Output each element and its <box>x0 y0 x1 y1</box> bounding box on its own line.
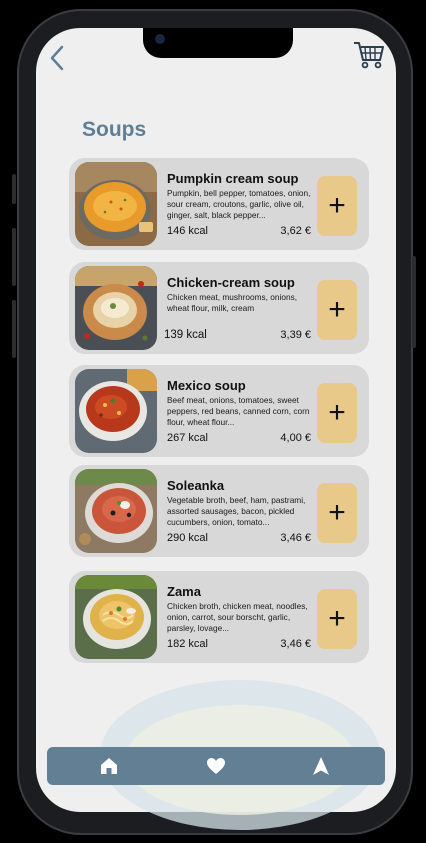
menu-item-card[interactable]: Soleanka Vegetable broth, beef, ham, pas… <box>69 465 369 557</box>
add-to-cart-button[interactable]: + <box>317 176 357 236</box>
item-kcal: 267 kcal <box>167 432 208 444</box>
phone-volume-up <box>12 228 16 286</box>
item-description: Pumpkin, bell pepper, tomatoes, onion, s… <box>167 188 311 220</box>
item-description: Chicken broth, chicken meat, noodles, on… <box>167 601 308 633</box>
item-name: Mexico soup <box>167 378 246 393</box>
navigation-icon <box>313 757 329 775</box>
item-price: 3,62 € <box>280 225 311 237</box>
notch <box>143 28 293 58</box>
item-kcal: 182 kcal <box>167 638 208 650</box>
home-icon <box>101 758 117 774</box>
menu-item-card[interactable]: Zama Chicken broth, chicken meat, noodle… <box>69 571 369 663</box>
back-button[interactable] <box>46 44 68 72</box>
item-description: Vegetable broth, beef, ham, pastrami, as… <box>167 495 306 527</box>
item-name: Pumpkin cream soup <box>167 171 299 186</box>
nav-home-button[interactable] <box>98 755 120 777</box>
add-to-cart-button[interactable]: + <box>317 589 357 649</box>
cart-button[interactable] <box>353 40 385 70</box>
menu-item-card[interactable]: Chicken-cream soup Chicken meat, mushroo… <box>69 262 369 354</box>
add-to-cart-button[interactable]: + <box>317 483 357 543</box>
menu-item-card[interactable]: Mexico soup Beef meat, onions, tomatoes,… <box>69 365 369 457</box>
soup-photo <box>75 162 157 246</box>
bottom-navbar <box>47 747 385 785</box>
nav-favorites-button[interactable] <box>205 755 227 777</box>
chevron-left-icon <box>50 45 64 71</box>
front-camera <box>155 34 165 44</box>
item-price: 3,39 € <box>280 329 311 341</box>
item-price: 3,46 € <box>280 532 311 544</box>
soup-photo <box>75 469 157 553</box>
item-name: Soleanka <box>167 478 225 493</box>
item-description: Beef meat, onions, tomatoes, sweet peppe… <box>167 395 310 427</box>
phone-power-button <box>412 256 416 348</box>
item-price: 3,46 € <box>280 638 311 650</box>
nav-location-button[interactable] <box>310 755 332 777</box>
item-kcal: 290 kcal <box>167 532 208 544</box>
phone-mute-switch <box>12 174 16 204</box>
item-price: 4,00 € <box>280 432 311 444</box>
phone-volume-down <box>12 300 16 358</box>
page-title: Soups <box>82 118 147 141</box>
soup-photo <box>75 369 157 453</box>
cart-icon <box>354 42 384 69</box>
item-name: Zama <box>167 584 201 599</box>
item-kcal: 139 kcal <box>164 329 207 341</box>
heart-icon <box>207 758 225 774</box>
item-name: Chicken-cream soup <box>167 275 295 290</box>
item-description: Chicken meat, mushrooms, onions, wheat f… <box>167 292 298 313</box>
soup-photo <box>75 266 157 350</box>
add-to-cart-button[interactable]: + <box>317 383 357 443</box>
menu-item-card[interactable]: Pumpkin cream soup Pumpkin, bell pepper,… <box>69 158 369 250</box>
add-to-cart-button[interactable]: + <box>317 280 357 340</box>
item-kcal: 146 kcal <box>167 225 208 237</box>
soup-photo <box>75 575 157 659</box>
